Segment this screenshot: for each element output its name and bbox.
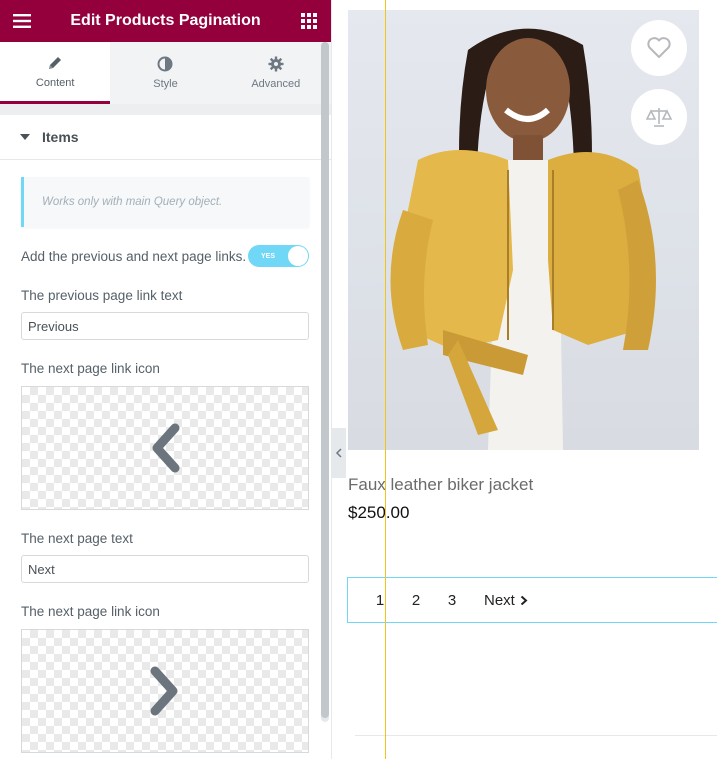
switch-value: YES <box>261 252 276 260</box>
page-link-2[interactable]: 2 <box>398 592 434 609</box>
next-page-link[interactable]: Next <box>484 592 528 609</box>
tab-content-label: Content <box>35 76 75 89</box>
wishlist-button[interactable] <box>631 20 687 76</box>
pagination: 1 2 3 Next <box>347 577 717 623</box>
switch-knob <box>288 246 308 266</box>
widgets-grid-icon[interactable] <box>299 11 319 31</box>
product-name[interactable]: Faux leather biker jacket <box>348 475 533 495</box>
prev-text-label: The previous page link text <box>21 288 183 303</box>
section-items-content: Works only with main Query object. Add t… <box>0 160 331 753</box>
caret-down-icon <box>20 134 30 140</box>
pencil-icon <box>49 56 62 69</box>
prev-icon-picker[interactable] <box>21 386 309 510</box>
chevron-left-icon <box>152 423 180 473</box>
prev-icon-label: The next page link icon <box>21 361 160 376</box>
chevron-right-icon <box>520 595 528 605</box>
product-image[interactable] <box>348 10 699 450</box>
tab-advanced[interactable]: Advanced <box>221 42 331 104</box>
info-notice: Works only with main Query object. <box>21 177 309 227</box>
compare-scale-icon <box>646 108 672 127</box>
next-text-label: The next page text <box>21 531 133 546</box>
product-photo <box>390 28 656 450</box>
collapse-panel-button[interactable] <box>332 428 346 478</box>
panel-scrollbar-thumb[interactable] <box>321 42 329 718</box>
page-link-1[interactable]: 1 <box>362 592 398 609</box>
section-items-toggle[interactable]: Items <box>0 115 331 160</box>
prev-next-switch[interactable]: YES <box>248 245 309 267</box>
tab-style-label: Style <box>153 78 178 90</box>
tabs-divider <box>0 104 331 115</box>
tab-content[interactable]: Content <box>0 42 111 104</box>
chevron-right-icon <box>150 666 178 716</box>
divider <box>355 735 717 736</box>
panel-tabs: Content Style Advanced <box>0 42 331 104</box>
tab-advanced-label: Advanced <box>251 78 301 90</box>
gear-icon <box>268 56 284 72</box>
compare-button[interactable] <box>631 89 687 145</box>
layout-guide-line <box>385 0 386 759</box>
panel-title: Edit Products Pagination <box>70 12 261 29</box>
page-link-3[interactable]: 3 <box>434 592 470 609</box>
product-price: $250.00 <box>348 503 410 522</box>
tab-style[interactable]: Style <box>110 42 220 104</box>
section-title: Items <box>42 129 79 145</box>
half-circle-icon <box>157 56 173 72</box>
chevron-left-small-icon <box>335 448 342 458</box>
editor-panel: Edit Products Pagination Content Style A… <box>0 0 332 759</box>
prev-next-toggle-row: Add the previous and next page links. YE… <box>21 245 309 267</box>
panel-header: Edit Products Pagination <box>0 0 331 42</box>
toggle-label: Add the previous and next page links. <box>21 248 247 264</box>
next-icon-picker[interactable] <box>21 629 309 753</box>
menu-icon[interactable] <box>12 11 32 31</box>
next-page-label: Next <box>484 591 515 609</box>
prev-text-input[interactable]: Previous <box>21 312 309 340</box>
next-icon-label: The next page link icon <box>21 604 160 619</box>
heart-icon <box>647 37 671 58</box>
next-text-input[interactable]: Next <box>21 555 309 583</box>
panel-scrollbar[interactable] <box>321 42 329 722</box>
